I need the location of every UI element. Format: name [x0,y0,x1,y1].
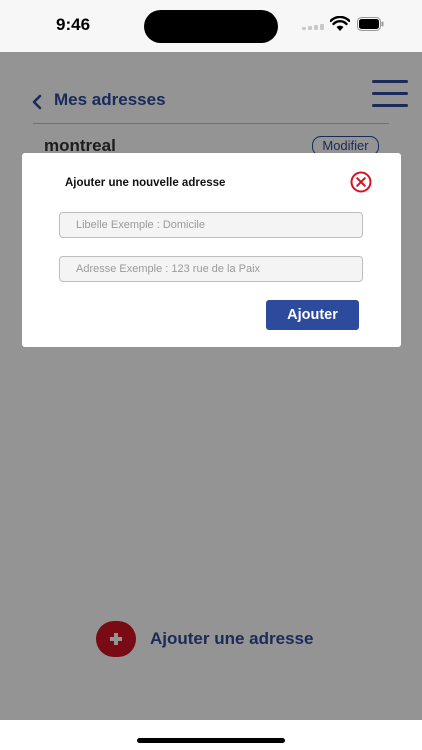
wifi-icon [330,16,350,31]
home-indicator[interactable] [137,738,285,743]
add-address-modal: Ajouter une nouvelle adresse Ajouter [22,153,401,347]
close-circle-icon[interactable] [350,171,372,193]
signal-icon [302,22,324,30]
battery-icon [357,17,384,31]
dynamic-island [144,10,278,43]
modal-title: Ajouter une nouvelle adresse [65,177,226,189]
add-button[interactable]: Ajouter [266,300,359,330]
status-time: 9:46 [56,15,91,34]
address-input[interactable] [59,256,363,282]
status-bar: 9:46 [0,0,422,52]
home-bar-area [0,720,422,750]
label-input[interactable] [59,212,363,238]
